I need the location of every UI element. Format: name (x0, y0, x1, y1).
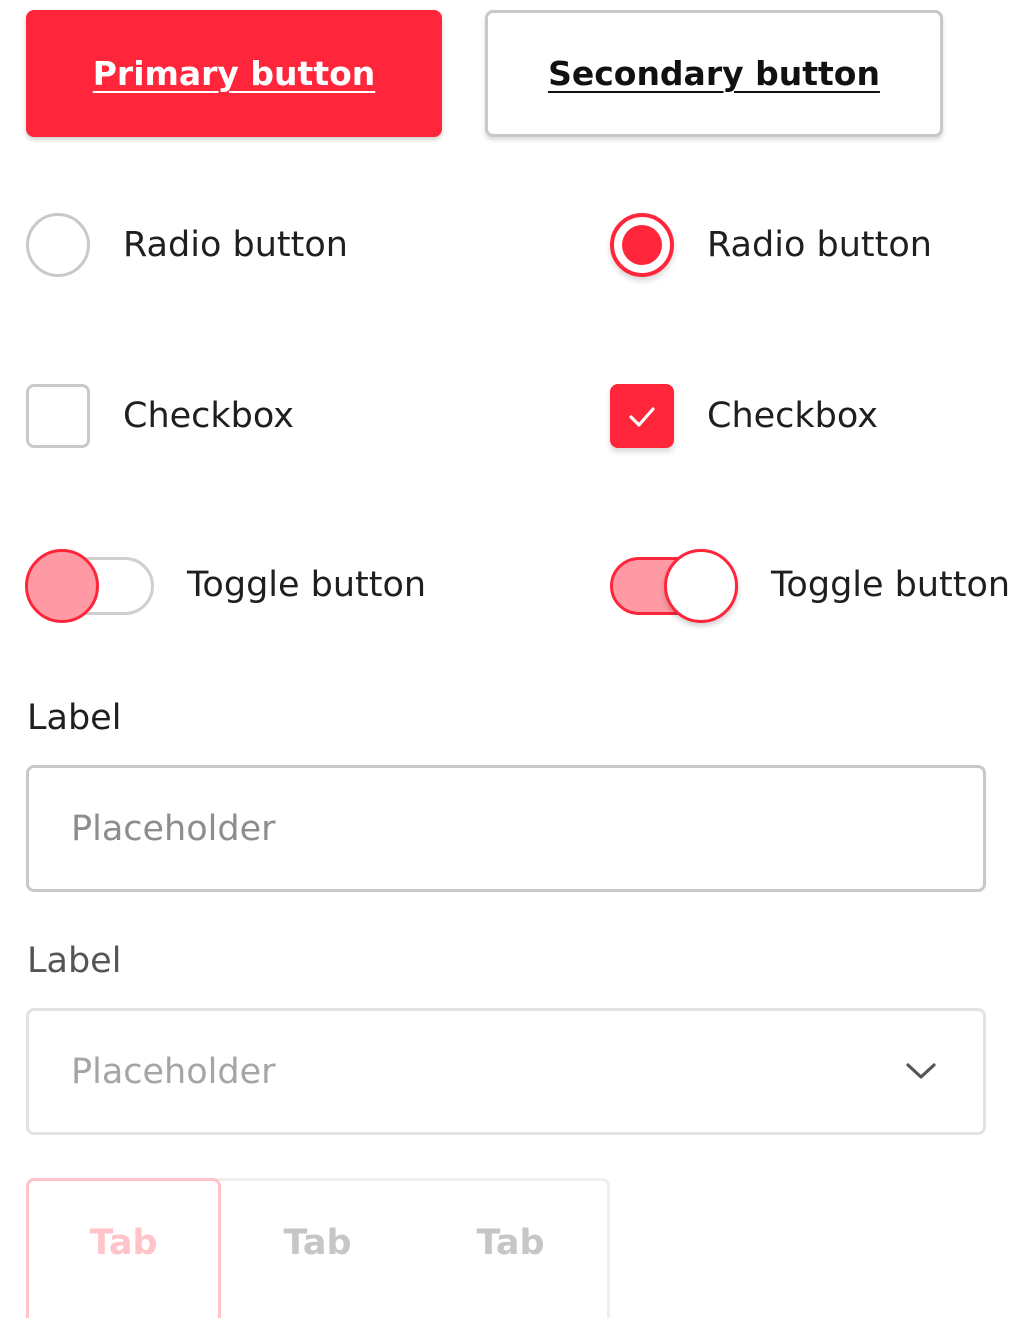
text-input[interactable] (26, 765, 986, 892)
radio-label: Radio button (707, 225, 932, 265)
select-field-label: Label (27, 941, 122, 981)
radio-option-checked[interactable]: Radio button (610, 213, 932, 277)
toggle-option-off[interactable]: Toggle button (25, 549, 427, 623)
radio-label: Radio button (123, 225, 348, 265)
checkmark-icon (629, 407, 655, 427)
toggle-on[interactable] (610, 549, 738, 623)
primary-button-label: Primary button (92, 54, 376, 93)
checkbox-label: Checkbox (707, 396, 878, 436)
toggle-knob (25, 549, 99, 623)
tab-2[interactable]: Tab (221, 1181, 414, 1321)
toggle-knob (664, 549, 738, 623)
checkbox-option-checked[interactable]: Checkbox (610, 384, 878, 448)
radio-checked[interactable] (610, 213, 674, 277)
secondary-button[interactable]: Secondary button (485, 10, 943, 137)
checkbox-option-unchecked[interactable]: Checkbox (26, 384, 294, 448)
select-placeholder: Placeholder (71, 1051, 276, 1092)
checkbox-unchecked[interactable] (26, 384, 90, 448)
secondary-button-label: Secondary button (548, 54, 880, 93)
tab-3[interactable]: Tab (414, 1181, 607, 1321)
tab-1[interactable]: Tab (26, 1178, 222, 1318)
toggle-option-on[interactable]: Toggle button (610, 549, 1011, 623)
text-field-label: Label (27, 698, 122, 738)
primary-button[interactable]: Primary button (26, 10, 442, 137)
toggle-off[interactable] (25, 549, 154, 623)
checkbox-label: Checkbox (123, 396, 294, 436)
chevron-down-icon (906, 1063, 936, 1079)
toggle-label: Toggle button (771, 565, 1011, 605)
select-dropdown[interactable]: Placeholder (26, 1008, 986, 1135)
toggle-label: Toggle button (187, 565, 427, 605)
radio-option-unchecked[interactable]: Radio button (26, 213, 348, 277)
tab-bar: Tab Tab Tab (26, 1178, 610, 1318)
radio-unchecked[interactable] (26, 213, 90, 277)
checkbox-checked[interactable] (610, 384, 674, 448)
